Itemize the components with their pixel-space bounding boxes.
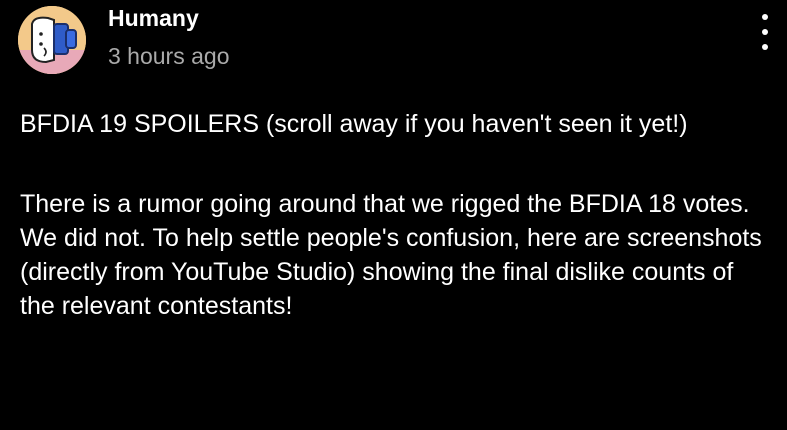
community-post: Humany 3 hours ago BFDIA 19 SPOILERS (sc…	[0, 0, 787, 430]
post-meta: Humany 3 hours ago	[108, 6, 229, 68]
author-name[interactable]: Humany	[108, 6, 229, 30]
more-options-icon[interactable]	[757, 10, 773, 54]
dot-icon	[762, 44, 768, 50]
channel-avatar-icon[interactable]	[18, 6, 86, 74]
post-paragraph-spoiler: BFDIA 19 SPOILERS (scroll away if you ha…	[20, 110, 688, 138]
dot-icon	[762, 29, 768, 35]
post-timestamp: 3 hours ago	[108, 43, 230, 69]
post-header: Humany 3 hours ago	[18, 6, 787, 78]
dot-icon	[762, 14, 768, 20]
post-paragraph-main: There is a rumor going around that we ri…	[20, 190, 762, 320]
post-body: BFDIA 19 SPOILERS (scroll away if you ha…	[20, 107, 775, 323]
